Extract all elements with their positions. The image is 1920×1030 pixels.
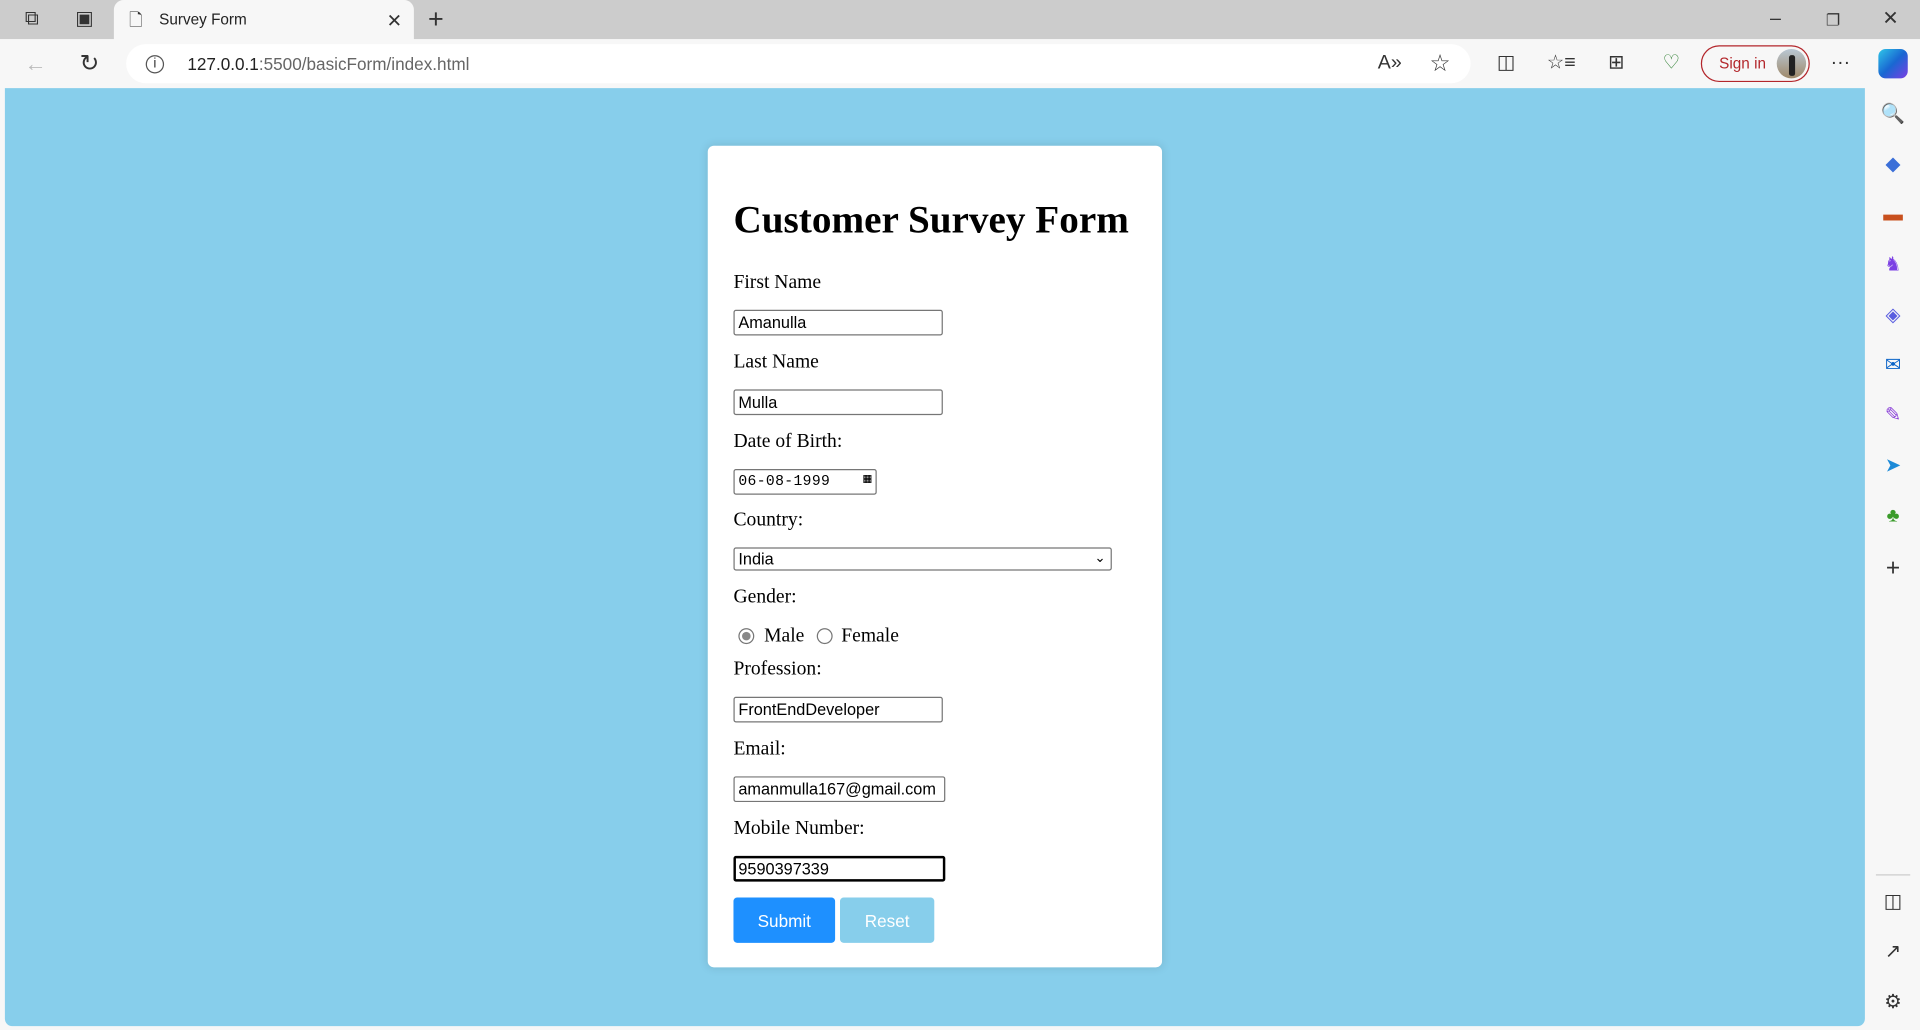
copilot-icon[interactable] — [1878, 48, 1908, 79]
email-label: Email: — [733, 738, 786, 760]
address-bar[interactable]: i 127.0.0.1:5500/basicForm/index.html A»… — [126, 44, 1471, 84]
add-icon[interactable]: + — [1880, 556, 1907, 580]
dob-input[interactable]: 06-08-1999 ▦ — [733, 468, 877, 495]
vertical-tabs-icon[interactable]: ▣ — [72, 9, 96, 31]
browser-essentials-icon[interactable]: ♡ — [1658, 51, 1685, 75]
tree-icon[interactable]: ♣ — [1880, 504, 1907, 528]
minimize-icon[interactable]: – — [1763, 7, 1787, 31]
tab-survey-form[interactable]: 🗋 Survey Form ✕ — [113, 0, 414, 41]
gender-female-label: Female — [841, 625, 899, 647]
country-value: India — [738, 549, 774, 569]
gender-female-radio[interactable] — [816, 628, 833, 645]
games-icon[interactable]: ♞ — [1880, 253, 1907, 277]
page-icon: 🗋 — [129, 9, 143, 30]
calendar-icon[interactable]: ▦ — [863, 470, 871, 491]
new-tab-icon[interactable]: + — [422, 6, 449, 33]
profession-label: Profession: — [733, 658, 822, 680]
reset-button[interactable]: Reset — [840, 897, 935, 943]
dob-value: 06-08-1999 — [738, 472, 831, 490]
settings-gear-icon[interactable]: ⚙ — [1880, 991, 1907, 1015]
read-aloud-icon[interactable]: A» — [1378, 51, 1402, 75]
mobile-label: Mobile Number: — [733, 817, 865, 839]
more-options-icon[interactable]: ··· — [1827, 51, 1854, 75]
gender-male-radio[interactable] — [738, 628, 755, 645]
outlook-icon[interactable]: ✉ — [1880, 354, 1907, 378]
page-title: Customer Survey Form — [733, 197, 1129, 242]
split-screen-icon[interactable]: ◫ — [1493, 51, 1520, 75]
mobile-input[interactable]: 9590397339 — [733, 855, 946, 882]
survey-form: Customer Survey Form First Name Amanulla… — [707, 145, 1163, 968]
country-select[interactable]: India ⌄ — [733, 547, 1112, 571]
window-close-icon[interactable]: ✕ — [1878, 7, 1902, 31]
favorite-star-icon[interactable]: ☆ — [1428, 51, 1452, 75]
designer-icon[interactable]: ✎ — [1880, 404, 1907, 428]
shopping-tag-icon[interactable]: ◆ — [1880, 153, 1907, 177]
submit-button[interactable]: Submit — [733, 897, 836, 943]
sign-in-button[interactable]: Sign in — [1700, 45, 1810, 83]
tab-title: Survey Form — [159, 11, 247, 29]
gender-male-label: Male — [764, 625, 805, 647]
first-name-input[interactable]: Amanulla — [733, 309, 943, 336]
tab-strip: ⧉ ▣ 🗋 Survey Form ✕ + – ❐ ✕ — [0, 0, 1920, 41]
open-external-icon[interactable]: ↗ — [1880, 940, 1907, 964]
tools-icon[interactable]: ▬ — [1880, 203, 1907, 227]
last-name-input[interactable]: Mulla — [733, 389, 943, 416]
favorites-icon[interactable]: ☆≡ — [1547, 51, 1576, 75]
send-icon[interactable]: ➤ — [1880, 454, 1907, 478]
email-input[interactable]: amanmulla167@gmail.com — [733, 776, 946, 803]
profession-input[interactable]: FrontEndDeveloper — [733, 696, 943, 723]
url-text[interactable]: 127.0.0.1:5500/basicForm/index.html — [187, 54, 469, 74]
back-icon[interactable]: ← — [22, 50, 49, 77]
hide-sidebar-icon[interactable]: ◫ — [1880, 890, 1907, 914]
restore-icon[interactable]: ❐ — [1821, 7, 1845, 31]
workspaces-icon[interactable]: ⧉ — [20, 9, 44, 31]
close-tab-icon[interactable]: ✕ — [383, 10, 405, 32]
search-icon[interactable]: 🔍 — [1880, 103, 1907, 127]
last-name-label: Last Name — [733, 351, 819, 373]
avatar — [1776, 48, 1807, 79]
sign-in-label: Sign in — [1719, 55, 1767, 73]
gender-label: Gender: — [733, 586, 797, 608]
dob-label: Date of Birth: — [733, 431, 843, 452]
microsoft-365-icon[interactable]: ◈ — [1880, 304, 1907, 328]
country-label: Country: — [733, 509, 804, 531]
first-name-label: First Name — [733, 271, 822, 293]
chevron-down-icon: ⌄ — [1094, 551, 1106, 566]
refresh-icon[interactable]: ↻ — [76, 50, 103, 77]
site-info-icon[interactable]: i — [145, 55, 165, 74]
edge-sidebar: 🔍 ◆ ▬ ♞ ◈ ✉ ✎ ➤ ♣ + ◫ ↗ ⚙ — [1866, 88, 1920, 1030]
sidebar-divider — [1875, 874, 1911, 876]
collections-icon[interactable]: ⊞ — [1603, 51, 1630, 75]
